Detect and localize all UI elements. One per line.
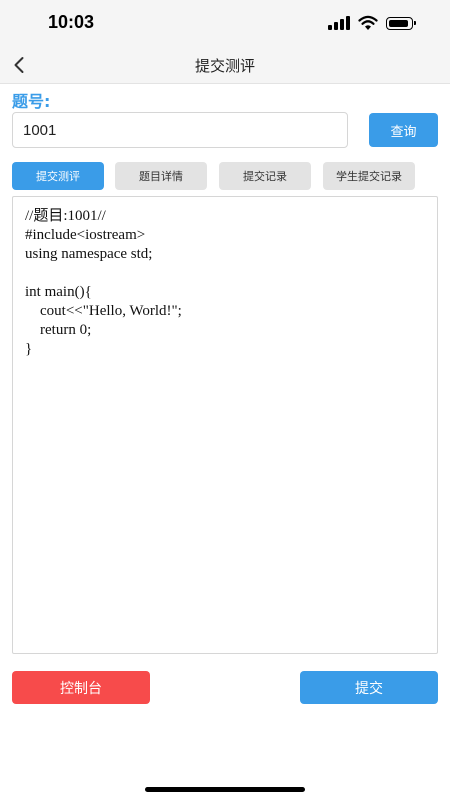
battery-icon (386, 17, 416, 30)
query-button[interactable]: 查询 (369, 113, 438, 147)
tab-submit-evaluation[interactable]: 提交测评 (12, 162, 104, 190)
code-editor[interactable]: //题目:1001// #include<iostream> using nam… (12, 196, 438, 654)
tab-problem-details[interactable]: 题目详情 (115, 162, 207, 190)
status-icons (328, 14, 420, 34)
problem-number-input[interactable] (12, 112, 348, 148)
nav-bar: 提交测评 (0, 46, 450, 84)
tab-student-submission-records[interactable]: 学生提交记录 (323, 162, 415, 190)
signal-icon (328, 16, 350, 30)
status-bar: 10:03 (0, 0, 450, 46)
wifi-icon (358, 15, 378, 30)
submit-button[interactable]: 提交 (300, 671, 438, 704)
tab-bar: 提交测评 题目详情 提交记录 学生提交记录 (12, 162, 438, 190)
page-title: 提交测评 (194, 57, 255, 75)
home-indicator (145, 787, 305, 792)
console-button[interactable]: 控制台 (12, 671, 150, 704)
tab-submission-records[interactable]: 提交记录 (219, 162, 311, 190)
problem-number-label: 题号: (12, 92, 51, 111)
status-time: 10:03 (48, 12, 95, 32)
